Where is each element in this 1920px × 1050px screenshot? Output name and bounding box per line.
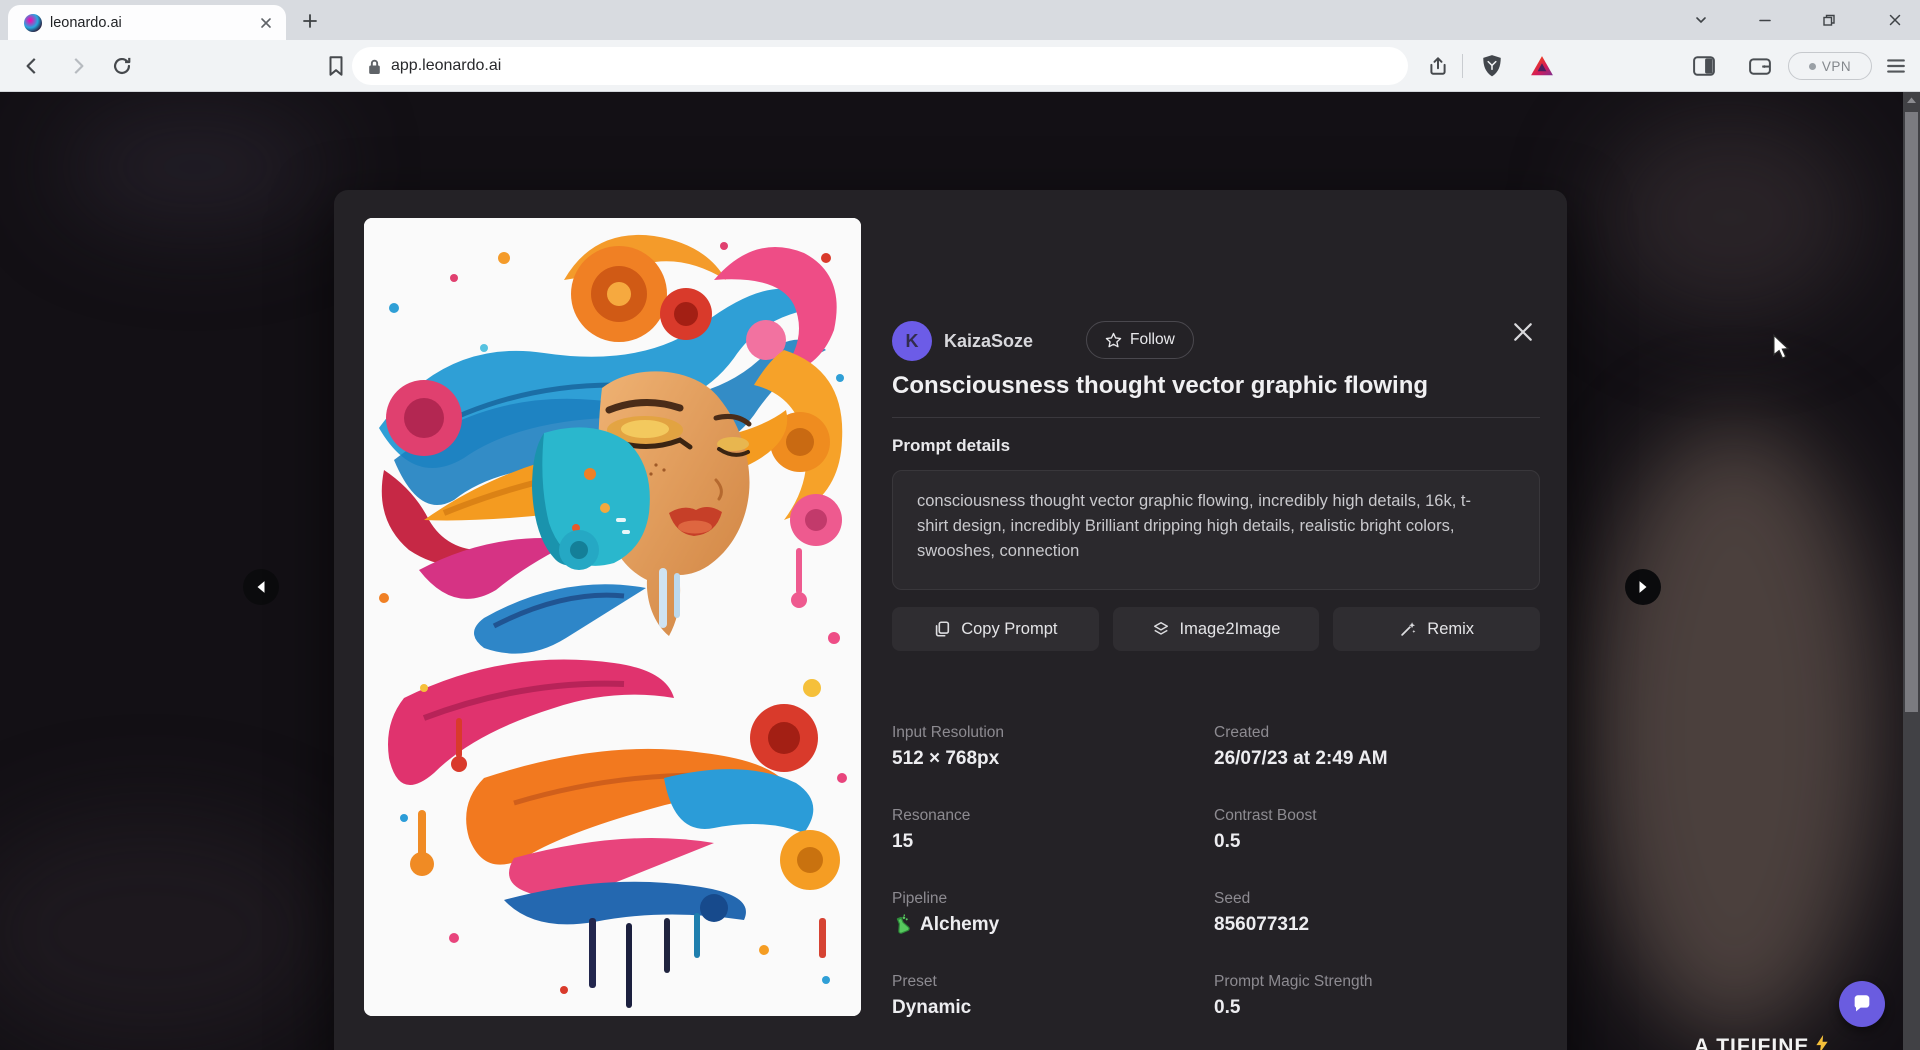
arrow-left-icon bbox=[255, 580, 267, 594]
background-blur-blob bbox=[1600, 112, 1860, 322]
detail-created: Created 26/07/23 at 2:49 AM bbox=[1214, 724, 1534, 770]
video-watermark: A TIFIFINE bbox=[1694, 1035, 1829, 1050]
detail-resonance: Resonance 15 bbox=[892, 807, 1212, 853]
browser-tab[interactable]: leonardo.ai bbox=[8, 5, 286, 40]
browser-window: leonardo.ai app.leona bbox=[0, 0, 1920, 1050]
toolbar-divider bbox=[1462, 54, 1463, 78]
wallet-icon[interactable] bbox=[1746, 52, 1774, 80]
image-title: Consciousness thought vector graphic flo… bbox=[892, 372, 1552, 400]
page-background: K KaizaSoze Follow Consciousness thought… bbox=[0, 92, 1920, 1050]
tab-title: leonardo.ai bbox=[50, 15, 256, 31]
prompt-box: consciousness thought vector graphic flo… bbox=[892, 470, 1540, 590]
prompt-details-heading: Prompt details bbox=[892, 436, 1010, 456]
copy-prompt-label: Copy Prompt bbox=[961, 620, 1057, 639]
reload-icon[interactable] bbox=[108, 52, 136, 80]
scrollbar-thumb[interactable] bbox=[1905, 112, 1918, 712]
detail-input-resolution: Input Resolution 512 × 768px bbox=[892, 724, 1212, 770]
next-image-button[interactable] bbox=[1625, 569, 1661, 605]
avatar[interactable]: K bbox=[892, 321, 932, 361]
prompt-text: consciousness thought vector graphic flo… bbox=[917, 489, 1482, 564]
alchemy-flask-icon bbox=[889, 912, 915, 938]
tab-bar: leonardo.ai bbox=[0, 0, 1920, 40]
sidebar-icon[interactable] bbox=[1690, 52, 1718, 80]
wand-icon bbox=[1399, 620, 1417, 638]
vpn-label: VPN bbox=[1822, 59, 1851, 74]
detail-prompt-magic-strength: Prompt Magic Strength 0.5 bbox=[1214, 973, 1534, 1019]
generated-artwork-image[interactable] bbox=[364, 218, 861, 1016]
detail-pipeline: Pipeline Alchemy bbox=[892, 890, 1212, 936]
image2image-label: Image2Image bbox=[1180, 620, 1281, 639]
detail-preset: Preset Dynamic bbox=[892, 973, 1212, 1019]
leonardo-favicon-icon bbox=[24, 14, 42, 32]
image2image-button[interactable]: Image2Image bbox=[1113, 607, 1320, 651]
previous-image-button[interactable] bbox=[243, 569, 279, 605]
layers-icon bbox=[1152, 620, 1170, 638]
arrow-right-icon bbox=[1637, 580, 1649, 594]
background-blur-blob bbox=[1590, 422, 1880, 1042]
vpn-status-dot bbox=[1809, 63, 1816, 70]
tab-close-icon[interactable] bbox=[256, 13, 276, 33]
star-icon bbox=[1105, 332, 1122, 349]
detail-seed: Seed 856077312 bbox=[1214, 890, 1534, 936]
spark-icon bbox=[1815, 1035, 1829, 1050]
follow-label: Follow bbox=[1130, 331, 1175, 349]
back-icon[interactable] bbox=[18, 52, 46, 80]
follow-button[interactable]: Follow bbox=[1086, 321, 1194, 359]
support-chat-button[interactable] bbox=[1839, 981, 1885, 1027]
remix-label: Remix bbox=[1427, 620, 1474, 639]
divider bbox=[892, 417, 1540, 418]
image-detail-modal: K KaizaSoze Follow Consciousness thought… bbox=[334, 190, 1567, 1050]
share-icon[interactable] bbox=[1424, 52, 1452, 80]
background-blur-blob bbox=[0, 812, 340, 1050]
brave-shield-icon[interactable] bbox=[1478, 52, 1506, 80]
window-close-button[interactable] bbox=[1882, 8, 1908, 32]
window-minimize-button[interactable] bbox=[1752, 8, 1778, 32]
bookmark-icon[interactable] bbox=[322, 52, 350, 80]
url-text: app.leonardo.ai bbox=[391, 57, 501, 75]
copy-prompt-button[interactable]: Copy Prompt bbox=[892, 607, 1099, 651]
detail-contrast-boost: Contrast Boost 0.5 bbox=[1214, 807, 1534, 853]
copy-icon bbox=[933, 620, 951, 638]
chat-icon bbox=[1851, 993, 1873, 1015]
forward-icon[interactable] bbox=[64, 52, 92, 80]
new-tab-button[interactable] bbox=[298, 9, 322, 33]
close-icon[interactable] bbox=[1507, 316, 1539, 348]
window-restore-button[interactable] bbox=[1816, 8, 1842, 32]
background-blur-blob bbox=[60, 102, 330, 232]
action-buttons-row: Copy Prompt Image2Image Remix bbox=[892, 607, 1540, 651]
tab-search-icon[interactable] bbox=[1688, 8, 1714, 32]
brave-rewards-icon[interactable] bbox=[1528, 52, 1556, 80]
author-name[interactable]: KaizaSoze bbox=[944, 331, 1033, 352]
mouse-cursor bbox=[1770, 334, 1792, 360]
menu-icon[interactable] bbox=[1882, 52, 1910, 80]
lock-icon bbox=[368, 58, 381, 75]
vpn-button[interactable]: VPN bbox=[1788, 52, 1872, 80]
scroll-up-icon[interactable] bbox=[1906, 96, 1917, 104]
remix-button[interactable]: Remix bbox=[1333, 607, 1540, 651]
url-bar[interactable]: app.leonardo.ai bbox=[352, 47, 1408, 85]
